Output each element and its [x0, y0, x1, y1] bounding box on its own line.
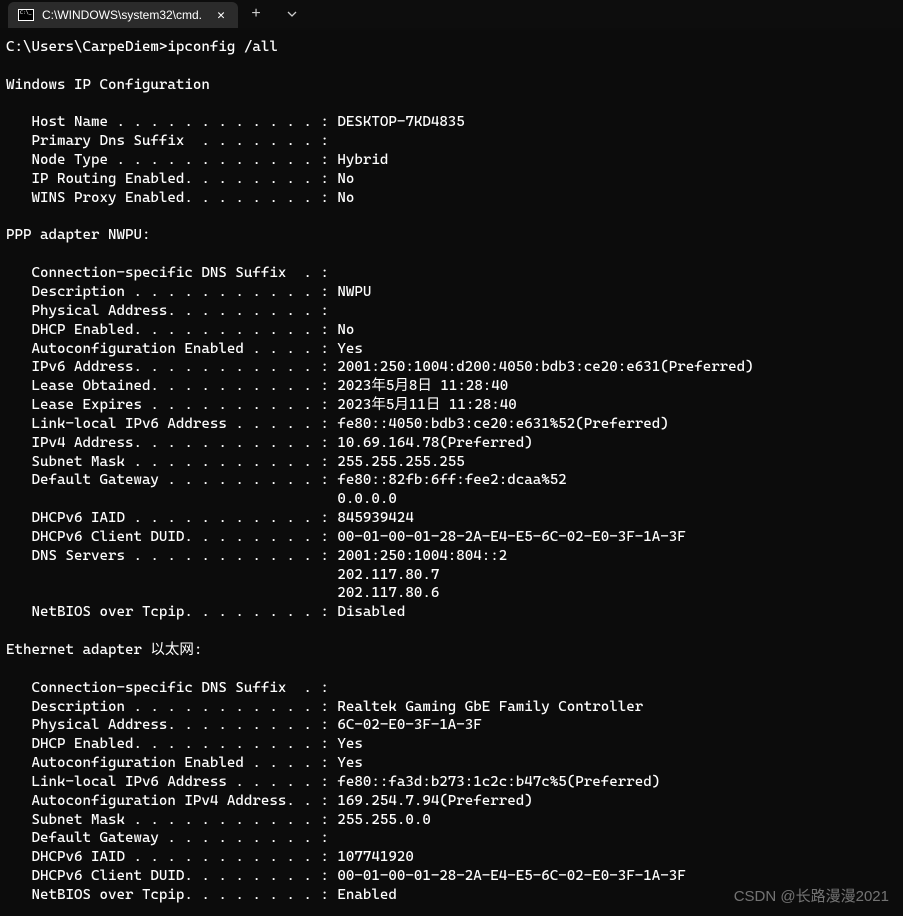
- row-label: DHCPv6 Client DUID. . . . . . . . :: [6, 529, 337, 545]
- row-label: Lease Expires . . . . . . . . . . :: [6, 397, 337, 413]
- row-label: Physical Address. . . . . . . . . :: [6, 717, 337, 733]
- row-label: DHCP Enabled. . . . . . . . . . . :: [6, 322, 337, 338]
- row-value: 107741920: [337, 849, 413, 865]
- row-label: DHCPv6 Client DUID. . . . . . . . :: [6, 868, 337, 884]
- row-label: DHCPv6 IAID . . . . . . . . . . . :: [6, 510, 337, 526]
- row-value: No: [337, 171, 354, 187]
- prompt: C:\Users\CarpeDiem>: [6, 39, 167, 55]
- row-label: Subnet Mask . . . . . . . . . . . :: [6, 812, 337, 828]
- row-label: Link-local IPv6 Address . . . . . :: [6, 416, 337, 432]
- row-value: fe80::82fb:6ff:fee2:dcaa%52: [337, 472, 566, 488]
- row-value: Yes: [337, 755, 363, 771]
- row-label: Default Gateway . . . . . . . . . :: [6, 830, 329, 846]
- row-value: No: [337, 190, 354, 206]
- row-label: [6, 585, 337, 601]
- row-label: Autoconfiguration Enabled . . . . :: [6, 341, 337, 357]
- row-value: 10.69.164.78(Preferred): [337, 435, 532, 451]
- row-label: Autoconfiguration Enabled . . . . :: [6, 755, 337, 771]
- tab-cmd[interactable]: C:\WINDOWS\system32\cmd. ✕: [8, 2, 238, 28]
- cmd-icon: [18, 9, 34, 21]
- row-value: 202.117.80.6: [337, 585, 439, 601]
- terminal-output[interactable]: C:\Users\CarpeDiem>ipconfig /all Windows…: [0, 28, 903, 911]
- row-label: IPv6 Address. . . . . . . . . . . :: [6, 359, 337, 375]
- row-label: Physical Address. . . . . . . . . :: [6, 303, 329, 319]
- row-label: Host Name . . . . . . . . . . . . :: [6, 114, 337, 130]
- row-label: Autoconfiguration IPv4 Address. . :: [6, 793, 337, 809]
- row-label: DHCPv6 IAID . . . . . . . . . . . :: [6, 849, 337, 865]
- row-value: 2001:250:1004:804::2: [337, 548, 507, 564]
- row-value: 6C-02-E0-3F-1A-3F: [337, 717, 481, 733]
- row-label: Primary Dns Suffix . . . . . . . :: [6, 133, 329, 149]
- row-label: NetBIOS over Tcpip. . . . . . . . :: [6, 604, 337, 620]
- command: ipconfig /all: [167, 39, 277, 55]
- row-label: Default Gateway . . . . . . . . . :: [6, 472, 337, 488]
- row-value: Yes: [337, 736, 363, 752]
- row-value: 202.117.80.7: [337, 567, 439, 583]
- row-label: NetBIOS over Tcpip. . . . . . . . :: [6, 887, 337, 903]
- row-value: 2001:250:1004:d200:4050:bdb3:ce20:e631(P…: [337, 359, 753, 375]
- row-label: Connection-specific DNS Suffix . :: [6, 265, 329, 281]
- row-value: 255.255.255.255: [337, 454, 464, 470]
- row-label: Connection-specific DNS Suffix . :: [6, 680, 329, 696]
- tab-title: C:\WINDOWS\system32\cmd.: [42, 8, 204, 22]
- new-tab-button[interactable]: +: [238, 0, 274, 28]
- row-value: DESKTOP-7KD4835: [337, 114, 464, 130]
- row-value: No: [337, 322, 354, 338]
- row-value: 845939424: [337, 510, 413, 526]
- row-value: fe80::4050:bdb3:ce20:e631%52(Preferred): [337, 416, 668, 432]
- row-label: Subnet Mask . . . . . . . . . . . :: [6, 454, 337, 470]
- row-label: Lease Obtained. . . . . . . . . . :: [6, 378, 337, 394]
- row-value: 0.0.0.0: [337, 491, 396, 507]
- row-label: Description . . . . . . . . . . . :: [6, 699, 337, 715]
- row-value: 169.254.7.94(Preferred): [337, 793, 532, 809]
- row-label: DHCP Enabled. . . . . . . . . . . :: [6, 736, 337, 752]
- row-value: Yes: [337, 341, 363, 357]
- row-label: IP Routing Enabled. . . . . . . . :: [6, 171, 337, 187]
- row-value: 2023年5月11日 11:28:40: [337, 397, 516, 413]
- row-value: Enabled: [337, 887, 396, 903]
- adapter-title: Ethernet adapter 以太网:: [6, 642, 202, 658]
- row-label: [6, 491, 337, 507]
- row-value: 2023年5月8日 11:28:40: [337, 378, 508, 394]
- row-label: DNS Servers . . . . . . . . . . . :: [6, 548, 337, 564]
- row-value: NWPU: [337, 284, 371, 300]
- row-value: Realtek Gaming GbE Family Controller: [337, 699, 643, 715]
- titlebar: C:\WINDOWS\system32\cmd. ✕ +: [0, 0, 903, 28]
- row-value: fe80::fa3d:b273:1c2c:b47c%5(Preferred): [337, 774, 660, 790]
- row-value: Disabled: [337, 604, 405, 620]
- section-header: Windows IP Configuration: [6, 77, 210, 93]
- row-label: Link-local IPv6 Address . . . . . :: [6, 774, 337, 790]
- row-label: WINS Proxy Enabled. . . . . . . . :: [6, 190, 337, 206]
- row-label: IPv4 Address. . . . . . . . . . . :: [6, 435, 337, 451]
- tab-dropdown-button[interactable]: [274, 0, 310, 28]
- row-value: Hybrid: [337, 152, 388, 168]
- row-label: Description . . . . . . . . . . . :: [6, 284, 337, 300]
- adapter-title: PPP adapter NWPU:: [6, 227, 150, 243]
- row-value: 255.255.0.0: [337, 812, 430, 828]
- row-value: 00-01-00-01-28-2A-E4-E5-6C-02-E0-3F-1A-3…: [337, 868, 685, 884]
- row-label: Node Type . . . . . . . . . . . . :: [6, 152, 337, 168]
- row-label: [6, 567, 337, 583]
- row-value: 00-01-00-01-28-2A-E4-E5-6C-02-E0-3F-1A-3…: [337, 529, 685, 545]
- close-icon[interactable]: ✕: [212, 8, 230, 23]
